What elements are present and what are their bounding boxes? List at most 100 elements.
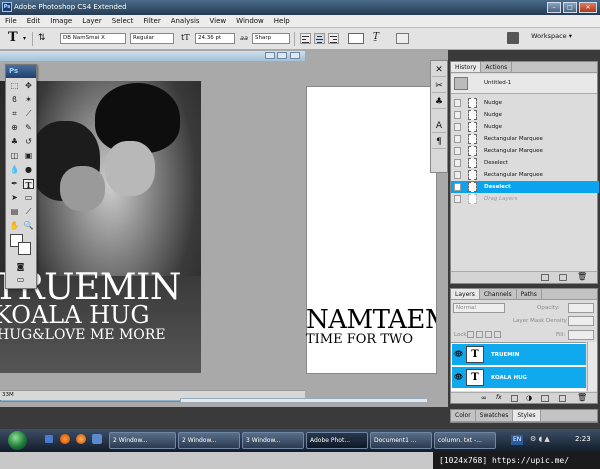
tab-paths[interactable]: Paths: [517, 289, 542, 299]
history-brush-icon[interactable]: ↺: [23, 137, 34, 147]
menu-layer[interactable]: Layer: [82, 15, 102, 27]
taskbar-button[interactable]: 3 Window...: [242, 432, 304, 449]
maximize-button[interactable]: □: [563, 2, 577, 13]
tab-layers[interactable]: Layers: [451, 289, 480, 299]
layer-style-icon[interactable]: fx: [496, 394, 502, 401]
menu-analysis[interactable]: Analysis: [171, 15, 200, 27]
document-1-titlebar[interactable]: [0, 51, 305, 61]
eyedropper-2-icon[interactable]: ⟋: [23, 207, 34, 217]
quicklaunch-firefox-icon[interactable]: [60, 434, 70, 444]
zoom-tool-icon[interactable]: 🔍: [23, 221, 34, 231]
type-tool-button-icon[interactable]: T: [23, 179, 34, 190]
brush-tool-icon[interactable]: ✎: [23, 123, 34, 133]
history-item[interactable]: Drag Layers: [451, 193, 599, 205]
density-field[interactable]: [568, 316, 594, 326]
menu-select[interactable]: Select: [112, 15, 134, 27]
history-snapshot-row[interactable]: Untitled-1: [451, 74, 597, 94]
align-center-button[interactable]: [314, 33, 325, 44]
font-family-select[interactable]: DB NamSmai X: [60, 33, 126, 44]
layers-scrollbar[interactable]: [587, 342, 597, 391]
koala-hug-text[interactable]: KOALA HUG: [0, 303, 150, 327]
anti-alias-select[interactable]: Sharp: [252, 33, 290, 44]
eraser-tool-icon[interactable]: ◫: [9, 151, 20, 161]
history-item[interactable]: Deselect: [451, 157, 599, 169]
tool-preset-chevron-icon[interactable]: ▾: [23, 35, 26, 42]
background-color-swatch[interactable]: [18, 242, 31, 255]
tray-icons[interactable]: ⚙ ◖ ▲: [530, 435, 550, 443]
taskbar-button-photoshop[interactable]: Adobe Phot...: [306, 432, 368, 449]
taskbar-button[interactable]: Document1 ...: [370, 432, 432, 449]
quicklaunch-browser-icon[interactable]: [76, 434, 86, 444]
align-right-button[interactable]: [328, 33, 339, 44]
tools-collapse-icon[interactable]: ✕: [432, 63, 446, 77]
close-button[interactable]: ✕: [579, 2, 597, 13]
history-item[interactable]: Nudge: [451, 121, 599, 133]
move-tool-icon[interactable]: ✥: [23, 81, 34, 91]
align-left-button[interactable]: [300, 33, 311, 44]
magic-wand-icon[interactable]: ✶: [23, 95, 34, 105]
workspace-menu[interactable]: Workspace ▾: [531, 30, 572, 43]
paragraph-panel-icon[interactable]: ¶: [432, 135, 446, 149]
time-for-two-text[interactable]: TIME FOR TWO: [306, 333, 436, 346]
link-layers-icon[interactable]: ∞: [481, 394, 487, 402]
tools-panel-header[interactable]: Ps: [6, 65, 36, 78]
font-size-field[interactable]: 24.36 pt: [195, 33, 235, 44]
namtaem-text[interactable]: NAMTAEM: [306, 307, 436, 333]
opacity-field[interactable]: [568, 303, 594, 313]
tab-color[interactable]: Color: [451, 410, 476, 421]
fill-field[interactable]: [568, 330, 594, 340]
doc1-maximize-button[interactable]: [277, 52, 287, 59]
start-button[interactable]: [8, 431, 27, 450]
quicklaunch-desktop-icon[interactable]: [45, 435, 53, 443]
clock[interactable]: 2:23: [575, 435, 591, 443]
menu-help[interactable]: Help: [274, 15, 290, 27]
trash-icon[interactable]: 🗑: [577, 273, 587, 281]
adjustment-layer-icon[interactable]: ◑: [526, 394, 532, 402]
language-indicator[interactable]: EN: [511, 435, 524, 445]
minimize-button[interactable]: –: [547, 2, 561, 13]
blend-mode-select[interactable]: Normal: [453, 303, 505, 313]
menu-edit[interactable]: Edit: [27, 15, 41, 27]
brushes-panel-icon[interactable]: ✂: [432, 79, 446, 93]
menu-filter[interactable]: Filter: [143, 15, 160, 27]
tab-styles[interactable]: Styles: [513, 410, 541, 421]
delete-layer-icon[interactable]: 🗑: [577, 393, 587, 402]
horizontal-scrollbar[interactable]: [180, 398, 428, 403]
history-item[interactable]: Rectangular Marquee: [451, 133, 599, 145]
path-selection-icon[interactable]: ➤: [9, 193, 20, 203]
taskbar-button[interactable]: column. txt -...: [434, 432, 496, 449]
add-mask-icon[interactable]: [511, 395, 518, 402]
gradient-tool-icon[interactable]: ▣: [23, 151, 34, 161]
character-panel-icon[interactable]: A: [432, 119, 446, 133]
bridge-icon[interactable]: [507, 32, 519, 44]
tab-actions[interactable]: Actions: [481, 62, 513, 72]
menu-image[interactable]: Image: [50, 15, 72, 27]
layer-row-truemin[interactable]: 👁 T TRUEMIN: [452, 344, 586, 366]
menu-window[interactable]: Window: [236, 15, 264, 27]
layer-row-koala-hug[interactable]: 👁 T KOALA HUG: [452, 367, 586, 389]
menu-file[interactable]: File: [5, 15, 17, 27]
clone-source-icon[interactable]: ♣: [432, 95, 446, 109]
font-style-select[interactable]: Regular: [130, 33, 174, 44]
clone-stamp-icon[interactable]: ♣: [9, 137, 20, 147]
hand-tool-icon[interactable]: ✋: [9, 221, 20, 231]
doc1-minimize-button[interactable]: [265, 52, 275, 59]
zoom-level[interactable]: 33M: [2, 392, 14, 398]
new-group-icon[interactable]: [541, 395, 549, 402]
tab-swatches[interactable]: Swatches: [476, 410, 514, 421]
lock-buttons[interactable]: [467, 331, 507, 339]
hug-love-text[interactable]: HUG&LOVE ME MORE: [0, 328, 166, 342]
orientation-toggle-icon[interactable]: ⇅: [38, 33, 46, 43]
warp-text-icon[interactable]: T̰: [373, 32, 379, 42]
marquee-tool-icon[interactable]: ⬚: [9, 81, 20, 91]
eyedropper-icon[interactable]: ⟋: [23, 109, 34, 119]
new-layer-icon[interactable]: [559, 395, 566, 402]
lasso-tool-icon[interactable]: ϐ: [9, 95, 20, 105]
menu-view[interactable]: View: [210, 15, 227, 27]
tab-channels[interactable]: Channels: [480, 289, 517, 299]
history-item[interactable]: Nudge: [451, 109, 599, 121]
type-tool-icon[interactable]: T: [8, 30, 18, 45]
new-document-from-state-icon[interactable]: [541, 274, 549, 281]
visibility-eye-icon[interactable]: 👁: [454, 373, 463, 382]
history-item[interactable]: Rectangular Marquee: [451, 145, 599, 157]
